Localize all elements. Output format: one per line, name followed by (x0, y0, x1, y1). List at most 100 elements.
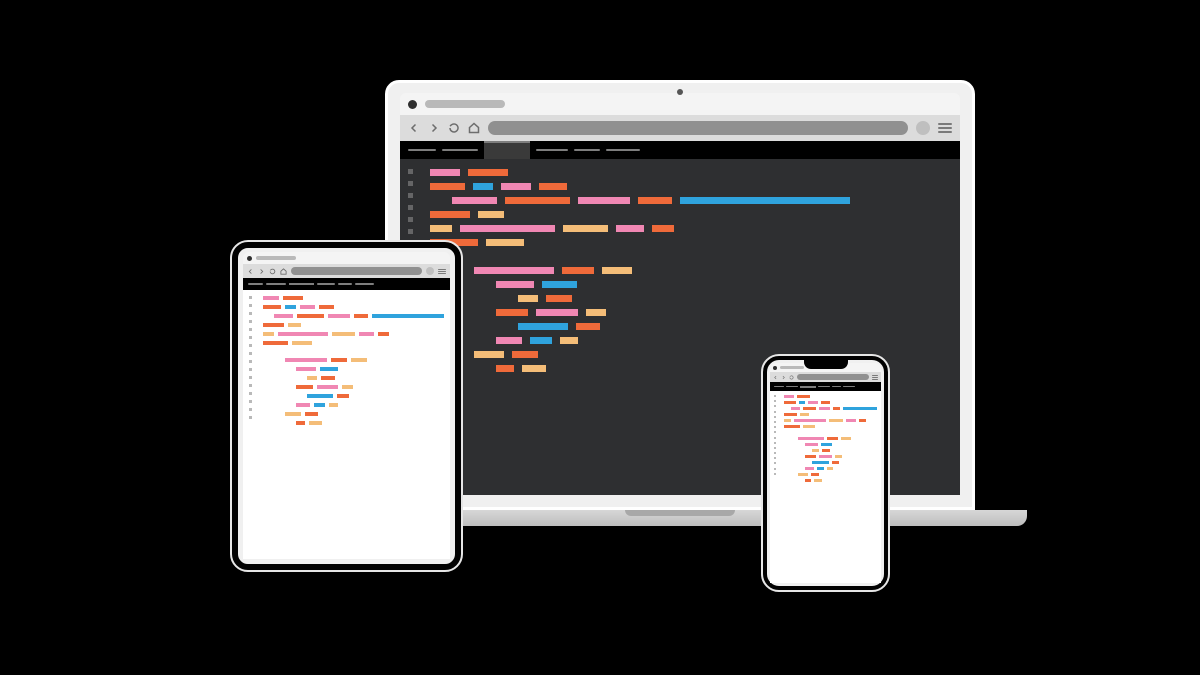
code-token (841, 437, 851, 440)
line-number-marker (249, 368, 252, 371)
line-number-marker (774, 457, 776, 459)
phone-notch (804, 360, 848, 369)
editor-tab-item[interactable] (800, 386, 816, 388)
code-token (803, 407, 816, 410)
editor-tab-item[interactable] (484, 141, 530, 159)
code-token (812, 449, 819, 452)
editor-tab-item[interactable] (536, 149, 568, 151)
line-number-marker (408, 169, 413, 174)
code-line (784, 467, 877, 470)
code-line (430, 323, 950, 330)
editor-tab-item[interactable] (818, 386, 829, 387)
line-number-marker (774, 421, 776, 423)
code-token (430, 183, 465, 190)
profile-avatar-icon[interactable] (426, 267, 434, 275)
line-number-marker (249, 392, 252, 395)
line-number-marker (774, 437, 776, 439)
line-number-marker (774, 447, 776, 449)
line-number-marker (249, 320, 252, 323)
refresh-icon[interactable] (269, 268, 276, 275)
code-token (331, 358, 348, 362)
profile-avatar-icon[interactable] (916, 121, 930, 135)
editor-tab-item[interactable] (317, 283, 335, 285)
code-token (798, 437, 824, 440)
code-line (784, 461, 877, 464)
line-number-marker (774, 426, 776, 428)
editor-tab-item[interactable] (442, 149, 478, 151)
address-bar[interactable] (797, 374, 869, 380)
hamburger-menu-icon[interactable] (938, 123, 952, 133)
code-token (342, 385, 352, 389)
browser-tab-bar (243, 252, 450, 264)
back-icon[interactable] (247, 268, 254, 275)
back-icon[interactable] (773, 375, 778, 380)
code-line (263, 394, 444, 398)
code-token (296, 403, 310, 407)
editor-tab-item[interactable] (574, 149, 600, 151)
code-line (784, 413, 877, 416)
browser-tab[interactable] (425, 100, 505, 108)
code-line (430, 337, 950, 344)
editor-tab-item[interactable] (843, 386, 855, 387)
forward-icon[interactable] (781, 375, 786, 380)
code-token (859, 419, 866, 422)
webcam-dot (677, 89, 683, 95)
line-number-marker (774, 431, 776, 433)
code-line (784, 437, 877, 440)
code-content (780, 391, 881, 583)
home-icon[interactable] (280, 268, 287, 275)
code-token (319, 305, 334, 309)
code-token (808, 401, 818, 404)
code-token (337, 394, 349, 398)
line-number-marker (774, 468, 776, 470)
code-token (307, 376, 317, 380)
code-token (505, 197, 570, 204)
code-line (430, 281, 950, 288)
line-number-marker (249, 352, 252, 355)
code-token (283, 296, 304, 300)
code-line (784, 395, 877, 398)
editor-tab-item[interactable] (774, 386, 784, 387)
code-editor-pane[interactable] (243, 290, 450, 559)
code-token (496, 365, 514, 372)
code-token (652, 225, 674, 232)
editor-tab-item[interactable] (355, 283, 374, 285)
editor-tab-item[interactable] (266, 283, 286, 285)
address-bar[interactable] (488, 121, 908, 135)
home-icon[interactable] (468, 122, 480, 134)
code-token (821, 401, 830, 404)
code-editor-pane[interactable] (770, 391, 881, 583)
code-token (616, 225, 644, 232)
code-token (784, 413, 797, 416)
line-number-marker (774, 395, 776, 397)
hamburger-menu-icon[interactable] (438, 269, 446, 274)
back-icon[interactable] (408, 122, 420, 134)
hamburger-menu-icon[interactable] (872, 375, 878, 380)
code-line (263, 403, 444, 407)
refresh-icon[interactable] (448, 122, 460, 134)
code-line (263, 296, 444, 300)
address-bar[interactable] (291, 267, 422, 275)
editor-tab-item[interactable] (832, 386, 841, 387)
editor-tab-item[interactable] (289, 283, 314, 285)
forward-icon[interactable] (258, 268, 265, 275)
forward-icon[interactable] (428, 122, 440, 134)
editor-tab-item[interactable] (338, 283, 352, 285)
code-token (501, 183, 531, 190)
code-token (320, 367, 338, 371)
line-number-marker (249, 328, 252, 331)
line-number-marker (408, 181, 413, 186)
code-token (329, 403, 338, 407)
code-token (512, 351, 538, 358)
code-token (560, 337, 578, 344)
editor-tab-item[interactable] (248, 283, 263, 285)
editor-tab-item[interactable] (786, 386, 799, 387)
browser-tab[interactable] (780, 366, 804, 369)
code-token (578, 197, 630, 204)
line-number-marker (774, 442, 776, 444)
editor-tab-item[interactable] (408, 149, 436, 151)
code-token (378, 332, 389, 336)
browser-tab[interactable] (256, 256, 296, 260)
refresh-icon[interactable] (789, 375, 794, 380)
editor-tab-item[interactable] (606, 149, 640, 151)
